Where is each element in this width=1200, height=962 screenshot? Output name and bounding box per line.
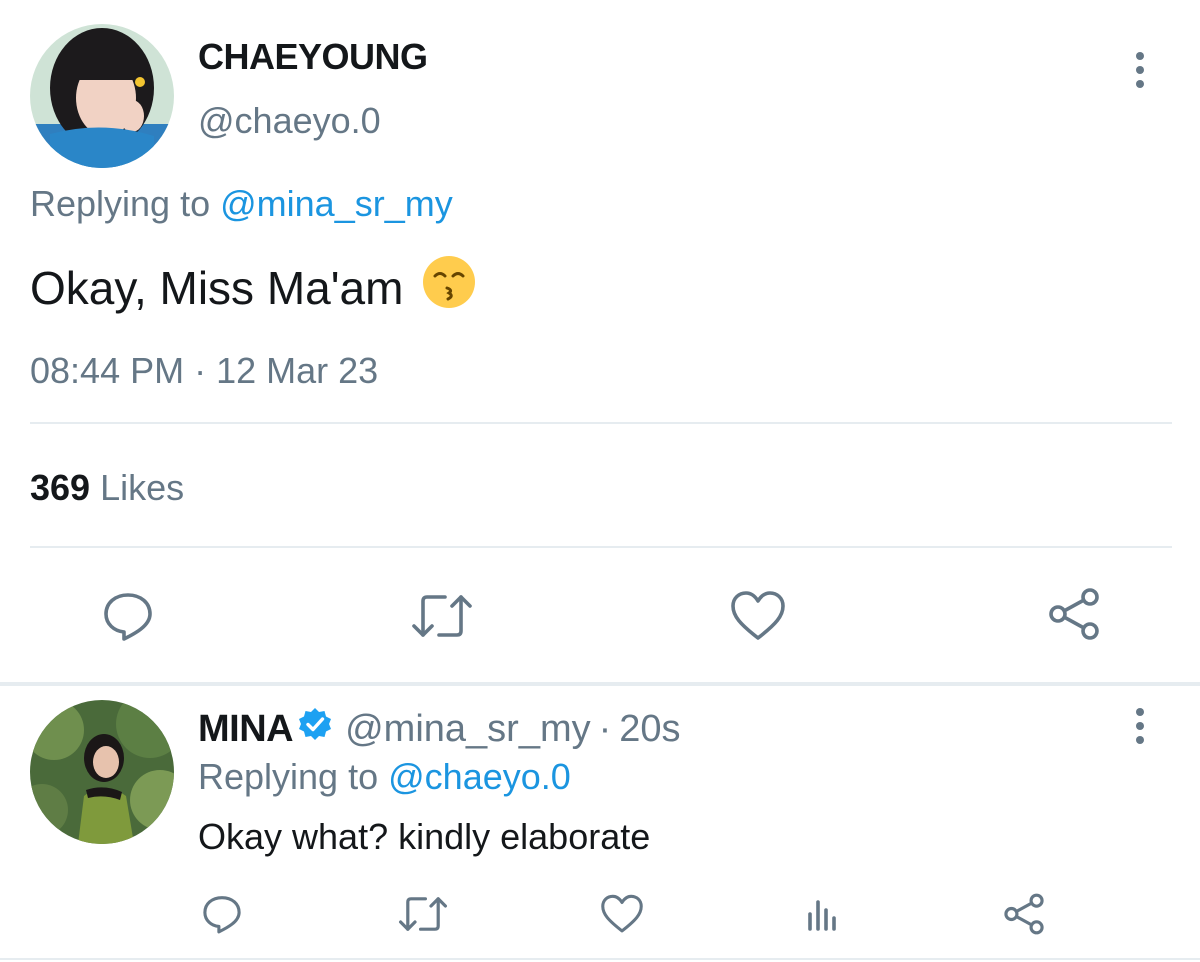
reply-replying-to-label: Replying to bbox=[198, 756, 379, 797]
reply-author-avatar[interactable] bbox=[30, 700, 174, 844]
like-icon[interactable] bbox=[598, 890, 646, 938]
reply-header: MINA @mina_sr_my · 20s bbox=[198, 706, 681, 752]
share-icon[interactable] bbox=[1000, 890, 1048, 938]
reply-replying-to-mention[interactable]: @chaeyo.0 bbox=[388, 756, 571, 797]
reply-replying-to-line: Replying to @chaeyo.0 bbox=[198, 756, 571, 798]
divider bbox=[30, 422, 1172, 424]
reply-more-options-icon[interactable] bbox=[1128, 708, 1152, 756]
section-separator bbox=[0, 682, 1200, 686]
retweet-icon[interactable] bbox=[396, 890, 450, 938]
divider bbox=[30, 546, 1172, 548]
analytics-icon[interactable] bbox=[800, 890, 844, 938]
reply-tweet-text: Okay what? kindly elaborate bbox=[198, 816, 651, 857]
tweet-body: Okay, Miss Ma'am bbox=[30, 261, 404, 314]
likes-label: Likes bbox=[100, 467, 185, 508]
author-avatar[interactable] bbox=[30, 24, 174, 168]
reply-icon[interactable] bbox=[198, 890, 246, 938]
tweet-timestamp: 08:44 PM · 12 Mar 23 bbox=[30, 350, 379, 391]
author-display-name[interactable]: CHAEYOUNG bbox=[198, 36, 428, 78]
replying-to-line: Replying to @mina_sr_my bbox=[30, 183, 453, 225]
kissing-face-emoji bbox=[421, 254, 477, 321]
likes-count: 369 bbox=[30, 467, 91, 508]
replying-to-label: Replying to bbox=[30, 183, 211, 224]
reply-author-display-name[interactable]: MINA bbox=[198, 708, 294, 751]
author-handle[interactable]: @chaeyo.0 bbox=[198, 100, 381, 142]
reply-time-ago[interactable]: 20s bbox=[619, 708, 680, 751]
reply-icon[interactable] bbox=[98, 586, 158, 646]
retweet-icon[interactable] bbox=[410, 586, 474, 646]
tweet-text: Okay, Miss Ma'am bbox=[30, 254, 477, 321]
bottom-divider bbox=[0, 958, 1200, 960]
likes-stat[interactable]: 369 Likes bbox=[30, 467, 184, 509]
share-icon[interactable] bbox=[1044, 584, 1104, 644]
more-options-icon[interactable] bbox=[1128, 52, 1152, 100]
reply-author-handle[interactable]: @mina_sr_my bbox=[345, 708, 591, 751]
verified-badge-icon bbox=[297, 706, 333, 752]
like-icon[interactable] bbox=[728, 586, 788, 646]
header-separator: · bbox=[598, 707, 612, 750]
replying-to-mention[interactable]: @mina_sr_my bbox=[220, 183, 453, 224]
